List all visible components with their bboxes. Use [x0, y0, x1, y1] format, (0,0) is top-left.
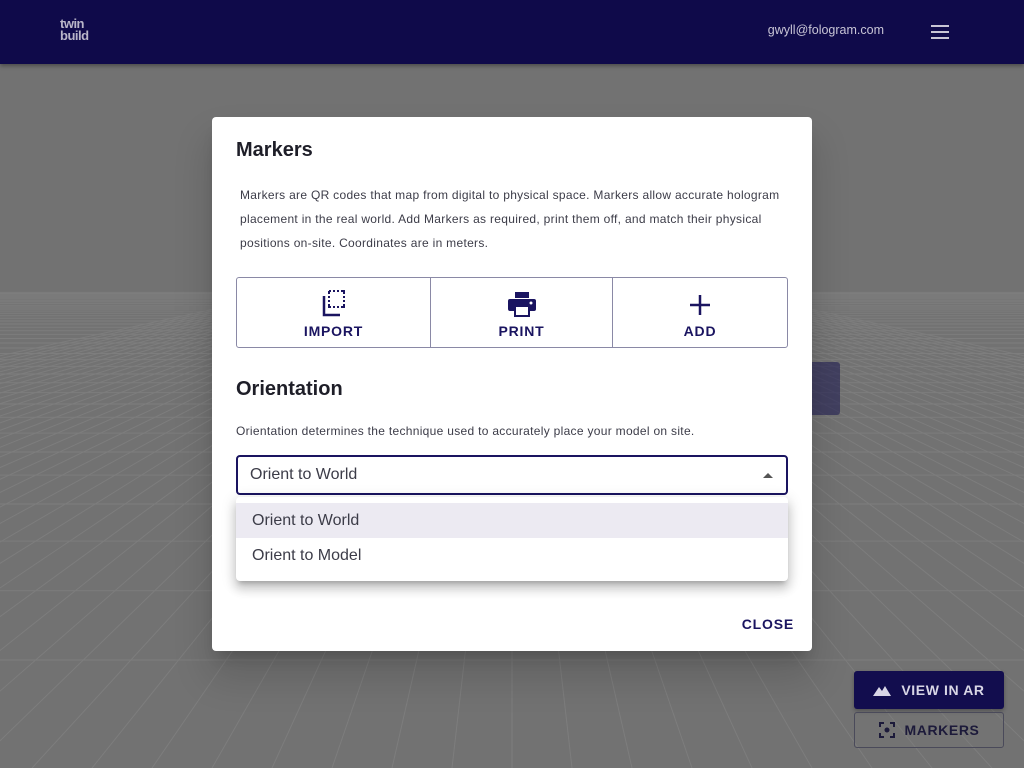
option-orient-to-world[interactable]: Orient to World	[236, 503, 788, 538]
printer-icon	[507, 291, 536, 317]
markers-description: Markers are QR codes that map from digit…	[240, 188, 780, 250]
scan-marker-icon	[878, 722, 895, 738]
orientation-options-menu: Orient to World Orient to Model	[236, 497, 788, 581]
print-button[interactable]: PRINT	[431, 278, 613, 347]
orientation-description: Orientation determines the technique use…	[236, 424, 695, 438]
import-button[interactable]: IMPORT	[237, 278, 431, 347]
markers-label: MARKERS	[904, 722, 980, 738]
markers-action-group: IMPORT PRINT ADD	[236, 277, 788, 348]
markers-title: Markers	[236, 139, 313, 161]
plus-icon	[690, 294, 710, 315]
markers-button[interactable]: MARKERS	[854, 712, 1004, 748]
caret-up-icon[interactable]	[763, 473, 773, 478]
close-button[interactable]: CLOSE	[742, 616, 794, 632]
markers-dialog: Markers Markers are QR codes that map fr…	[212, 117, 812, 651]
import-icon	[322, 289, 345, 316]
mountain-icon	[873, 686, 892, 696]
option-orient-to-model[interactable]: Orient to Model	[236, 538, 788, 573]
add-label: ADD	[683, 322, 717, 339]
orientation-select[interactable]: Orient to World	[236, 455, 788, 495]
orientation-select-value: Orient to World	[250, 466, 358, 483]
print-label: PRINT	[498, 322, 545, 339]
orientation-title: Orientation	[236, 378, 343, 400]
view-in-ar-label: VIEW IN AR	[901, 682, 985, 698]
import-label: IMPORT	[303, 322, 364, 339]
add-button[interactable]: ADD	[613, 278, 787, 347]
view-in-ar-button[interactable]: VIEW IN AR	[854, 671, 1004, 709]
